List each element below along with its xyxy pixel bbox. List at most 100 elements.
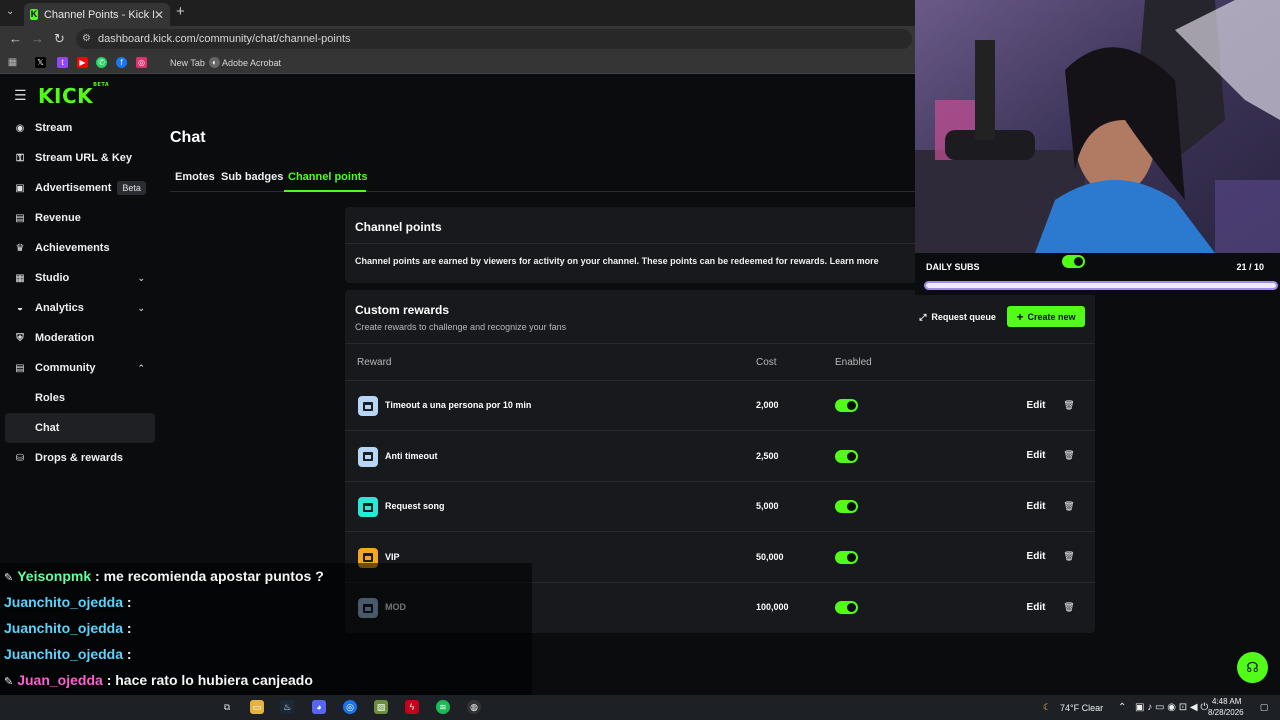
reload-icon[interactable]: ↻	[54, 31, 65, 47]
new-tab-icon[interactable]: +	[176, 3, 185, 20]
logo-text: KICK	[38, 84, 94, 108]
sidebar-item-label: Drops & rewards	[35, 452, 124, 464]
weather-text[interactable]: 74°F Clear	[1060, 703, 1103, 713]
instagram-bookmark-icon[interactable]: ◎	[136, 57, 147, 68]
reward-name: Timeout a una persona por 10 min	[385, 400, 532, 410]
sidebar-item-studio[interactable]: ▦ Studio ⌄	[5, 263, 155, 293]
edit-button[interactable]: Edit	[1020, 596, 1052, 618]
bookmark-adobe-acrobat[interactable]: Adobe Acrobat	[222, 58, 281, 68]
x-bookmark-icon[interactable]: 𝕏	[35, 57, 46, 68]
sidebar-item-achievements[interactable]: ♛ Achievements	[5, 233, 155, 263]
sidebar-item-advertisement[interactable]: ▣ Advertisement Beta	[5, 173, 155, 203]
sidebar-item-chat[interactable]: Chat	[5, 413, 155, 443]
table-row: Anti timeout 2,500 Edit 🗑	[345, 432, 1095, 482]
tray-icons[interactable]: ▣ ♪ ▭ ◉ ⊡ ◀ ⏻	[1135, 702, 1208, 713]
kick-favicon-icon: K	[30, 9, 38, 20]
chat-subtabs: Emotes Sub badges Channel points	[170, 165, 930, 192]
trash-icon[interactable]: 🗑	[1058, 596, 1080, 618]
tab-sub-badges[interactable]: Sub badges	[221, 171, 283, 183]
kick-logo[interactable]: KICKBETA	[38, 82, 109, 108]
edit-button[interactable]: Edit	[1020, 394, 1052, 416]
spotify-icon[interactable]: ≋	[436, 700, 450, 714]
forward-icon[interactable]: →	[31, 31, 44, 46]
reward-name: Request song	[385, 501, 445, 511]
tab-channel-points[interactable]: Channel points	[288, 171, 367, 183]
chat-message: Juanchito_ojedda :	[4, 620, 132, 636]
enabled-toggle[interactable]	[835, 601, 858, 614]
notification-icon[interactable]: ▢	[1257, 700, 1271, 714]
edit-button[interactable]: Edit	[1020, 546, 1052, 568]
request-queue-button[interactable]: ⤢ Request queue	[915, 307, 1000, 327]
tray-chevron-icon[interactable]: ⌃	[1118, 702, 1126, 713]
reward-icon	[358, 446, 378, 467]
enabled-toggle[interactable]	[835, 399, 858, 412]
clock-date[interactable]: 8/28/2026	[1208, 708, 1244, 717]
sidebar-item-stream-url-key[interactable]: ⚿ Stream URL & Key	[5, 143, 155, 173]
studio-icon: ▦	[15, 272, 25, 284]
chat-text: : me recomienda apostar puntos ?	[95, 568, 324, 584]
analytics-icon: ◒	[16, 302, 24, 314]
sidebar-item-roles[interactable]: Roles	[5, 383, 155, 413]
daily-subs-progress-bar	[924, 281, 1278, 290]
chat-text: :	[126, 594, 132, 610]
back-icon[interactable]: ←	[9, 31, 22, 46]
bookmark-new-tab[interactable]: New Tab	[170, 58, 205, 68]
trash-icon[interactable]: 🗑	[1058, 394, 1080, 416]
tab-emotes[interactable]: Emotes	[175, 171, 215, 183]
youtube-bookmark-icon[interactable]: ▶	[77, 57, 88, 68]
sidebar-item-analytics[interactable]: ◒ Analytics ⌄	[5, 293, 155, 323]
moon-weather-icon[interactable]: ☾	[1040, 700, 1054, 714]
sidebar-item-stream[interactable]: ◉ Stream	[5, 113, 155, 143]
apps-grid-icon[interactable]: ▦	[7, 57, 18, 68]
flash-app-icon[interactable]: ϟ	[405, 700, 419, 714]
app-icon[interactable]: ▨	[374, 700, 388, 714]
table-row: Request song 5,000 Edit 🗑	[345, 482, 1095, 532]
channel-points-title: Channel points	[355, 220, 442, 234]
help-button[interactable]: ☊	[1237, 652, 1268, 683]
trash-icon[interactable]: 🗑	[1058, 546, 1080, 568]
reward-cost: 2,000	[756, 400, 779, 410]
discord-icon[interactable]: ◕	[312, 700, 326, 714]
obs-icon[interactable]: ◍	[467, 700, 481, 714]
tab-search-icon[interactable]: ⌄	[6, 6, 14, 17]
trash-icon[interactable]: 🗑	[1058, 445, 1080, 467]
chrome-icon[interactable]: ◎	[343, 700, 357, 714]
reward-cost: 5,000	[756, 501, 779, 511]
whatsapp-bookmark-icon[interactable]: ✆	[96, 57, 107, 68]
edit-button[interactable]: Edit	[1020, 495, 1052, 517]
sidebar-item-label: Revenue	[35, 212, 81, 224]
steam-icon[interactable]: ♨	[280, 700, 294, 714]
browser-tab-title: Channel Points - Kick Dashboard	[43, 8, 154, 21]
channel-points-description: Channel points are earned by viewers for…	[355, 256, 879, 266]
sidebar-item-moderation[interactable]: ⛨ Moderation	[5, 323, 155, 353]
sidebar-item-drops-rewards[interactable]: ⛁ Drops & rewards	[5, 443, 155, 473]
close-tab-icon[interactable]: ✕	[154, 8, 164, 22]
chat-text: : hace rato lo hubiera canjeado	[106, 672, 313, 688]
twitch-bookmark-icon[interactable]: t	[57, 57, 68, 68]
enabled-toggle[interactable]	[835, 449, 858, 463]
enabled-toggle[interactable]	[835, 550, 858, 564]
menu-icon[interactable]: ☰	[14, 87, 27, 104]
gift-box-icon	[363, 553, 373, 562]
reward-name: VIP	[385, 551, 400, 562]
gift-box-icon	[363, 502, 373, 512]
external-link-icon: ⤢	[919, 311, 927, 322]
task-view-icon[interactable]: ⧉	[220, 700, 234, 714]
site-info-icon[interactable]: ⚙	[82, 29, 91, 49]
reward-cost: 100,000	[756, 602, 789, 612]
acrobat-bookmark-icon[interactable]: ◐	[209, 57, 220, 68]
clock-time[interactable]: 4:48 AM	[1212, 697, 1241, 706]
plus-icon: +	[1016, 309, 1024, 324]
edit-button[interactable]: Edit	[1020, 445, 1052, 467]
file-explorer-icon[interactable]: ▭	[250, 700, 264, 714]
url-input[interactable]: ⚙ dashboard.kick.com/community/chat/chan…	[76, 29, 912, 49]
enabled-toggle[interactable]	[835, 500, 858, 513]
sidebar-item-community[interactable]: ▤ Community ⌃	[5, 353, 155, 383]
windows-taskbar: ⧉ ▭ ♨ ◕ ◎ ▨ ϟ ≋ ◍ ☾ 74°F Clear ⌃ ▣ ♪ ▭ ◉…	[0, 695, 1280, 720]
browser-tab[interactable]: K Channel Points - Kick Dashboard ✕	[24, 3, 170, 26]
create-new-button[interactable]: + Create new	[1007, 306, 1085, 327]
facebook-bookmark-icon[interactable]: f	[116, 57, 127, 68]
trash-icon[interactable]: 🗑	[1058, 495, 1080, 517]
sidebar-item-revenue[interactable]: ▤ Revenue	[5, 203, 155, 233]
table-row: Timeout a una persona por 10 min 2,000 Edi…	[345, 381, 1095, 431]
